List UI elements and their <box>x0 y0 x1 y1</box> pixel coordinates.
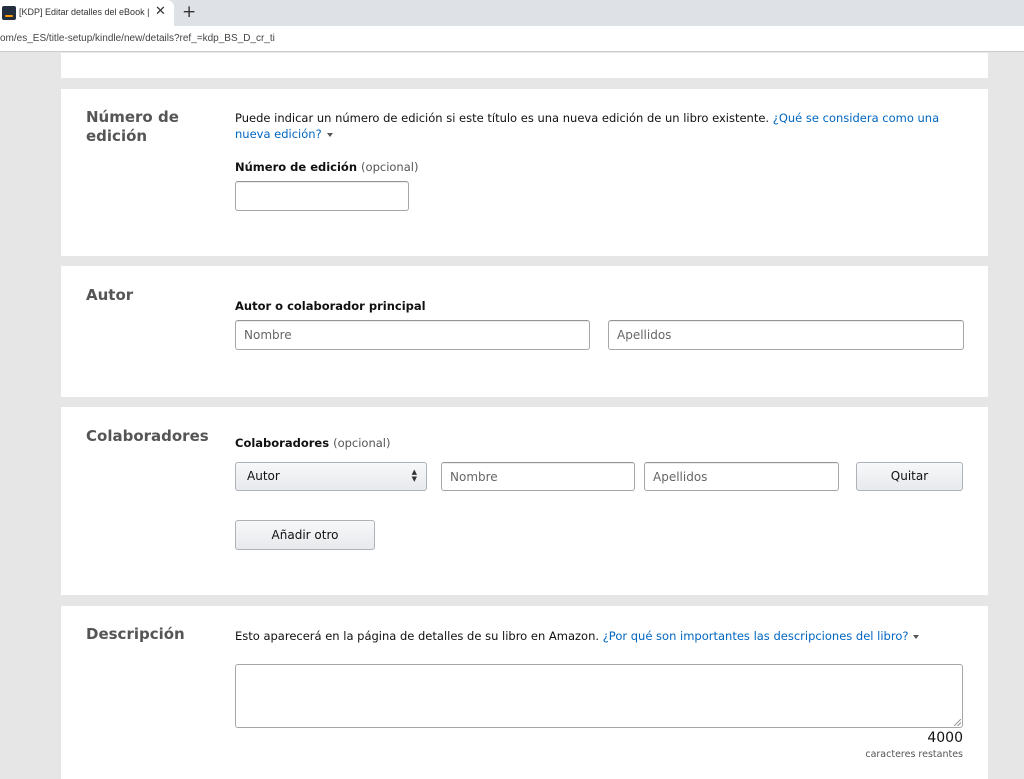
tab-title: [KDP] Editar detalles del eBook | <box>19 7 149 17</box>
author-section: Autor Autor o colaborador principal <box>61 266 988 397</box>
contributor-role-value: Autor <box>247 469 280 483</box>
contributor-first-name-input[interactable] <box>441 462 635 491</box>
section-title-edition: Número de edición <box>86 108 179 145</box>
previous-section-card <box>61 53 988 78</box>
amazon-favicon-icon <box>2 6 16 20</box>
author-last-name-input[interactable] <box>608 320 964 350</box>
description-help-text: Esto aparecerá en la página de detalles … <box>235 628 965 644</box>
optional-hint: (opcional) <box>361 160 419 174</box>
description-help-link[interactable]: ¿Por qué son importantes las descripcion… <box>603 629 909 643</box>
description-section: Descripción Esto aparecerá en la página … <box>61 606 988 779</box>
edition-label-text: Número de edición <box>235 160 358 174</box>
close-tab-icon[interactable]: ✕ <box>155 4 166 20</box>
browser-tab[interactable]: [KDP] Editar detalles del eBook | ✕ <box>0 0 174 26</box>
caret-down-icon[interactable] <box>913 634 920 639</box>
section-title-description: Descripción <box>86 625 185 643</box>
contributors-section: Colaboradores Colaboradores (opcional) A… <box>61 407 988 595</box>
edition-number-input[interactable] <box>235 181 409 211</box>
contributors-field-label: Colaboradores (opcional) <box>235 436 390 450</box>
address-bar[interactable]: om/es_ES/title-setup/kindle/new/details?… <box>0 26 1024 52</box>
description-textarea[interactable] <box>235 664 963 728</box>
section-title-author: Autor <box>86 286 134 304</box>
characters-remaining-count: 4000 <box>927 730 963 746</box>
contributor-last-name-input[interactable] <box>644 462 839 491</box>
edition-help-copy: Puede indicar un número de edición si es… <box>235 111 770 125</box>
edition-section: Número de edición Puede indicar un númer… <box>61 89 988 256</box>
edition-help-text: Puede indicar un número de edición si es… <box>235 110 965 142</box>
edition-field-label: Número de edición (opcional) <box>235 160 418 174</box>
section-title-contributors: Colaboradores <box>86 427 209 445</box>
optional-hint: (opcional) <box>333 436 391 450</box>
author-field-label: Autor o colaborador principal <box>235 299 426 313</box>
characters-remaining-label: caracteres restantes <box>865 749 963 760</box>
contributor-role-select[interactable]: Autor ▲ ▼ <box>235 462 427 491</box>
url-text[interactable]: om/es_ES/title-setup/kindle/new/details?… <box>0 33 275 44</box>
caret-down-icon[interactable] <box>326 132 333 137</box>
add-contributor-button[interactable]: Añadir otro <box>235 520 375 550</box>
remove-contributor-button[interactable]: Quitar <box>856 462 963 491</box>
description-help-copy: Esto aparecerá en la página de detalles … <box>235 629 600 643</box>
author-first-name-input[interactable] <box>235 320 590 350</box>
browser-tab-bar: [KDP] Editar detalles del eBook | ✕ + <box>0 0 1024 26</box>
resize-handle-icon[interactable] <box>954 719 961 726</box>
contributors-label-text: Colaboradores <box>235 436 330 450</box>
new-tab-icon[interactable]: + <box>182 2 196 22</box>
select-arrows-icon: ▲ ▼ <box>411 468 417 483</box>
